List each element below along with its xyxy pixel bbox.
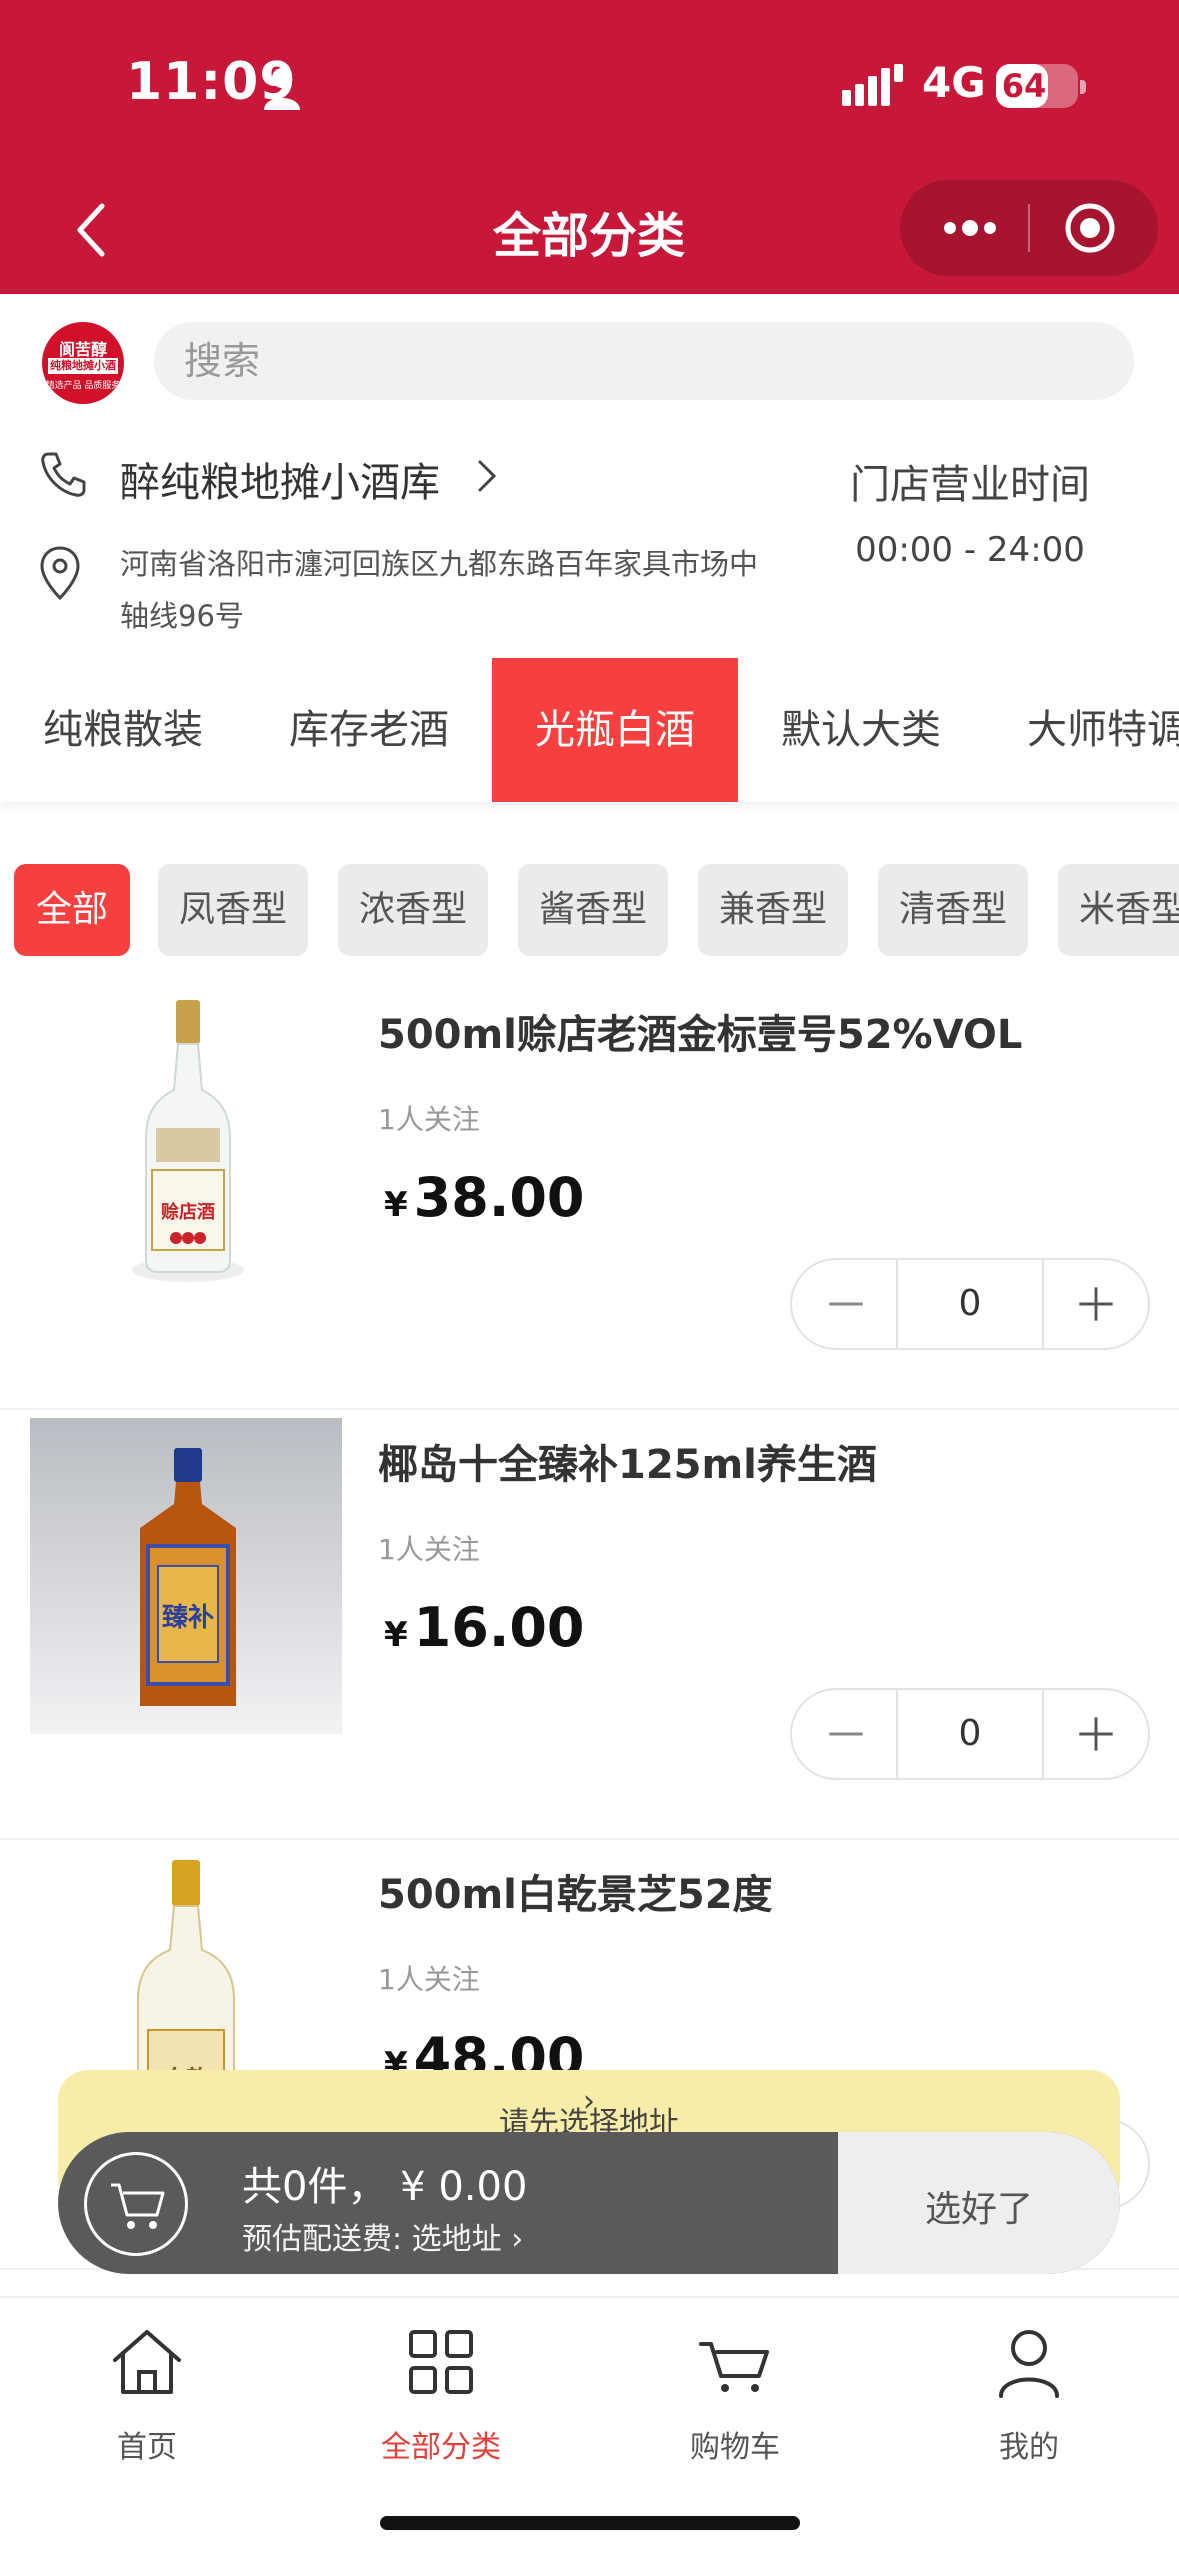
currency-symbol: ¥ (384, 1185, 408, 1225)
person-icon (999, 2330, 1059, 2398)
tabbar-label: 购物车 (690, 2430, 780, 2465)
product-followers: 1人关注 (378, 1533, 480, 1566)
logo-text-2: 纯粮地摊小酒馆 (48, 358, 118, 388)
logo-text-1: 阆苦醇 (58, 340, 107, 359)
close-target-icon[interactable] (1050, 194, 1140, 262)
chip-sub-category[interactable]: 全部 (14, 864, 130, 956)
more-dots-icon[interactable] (920, 198, 1016, 258)
cart-bar: 共0件， ¥ 0.00 预估配送费: 选地址 › 选好了 (58, 2132, 1120, 2274)
sub-category-chips: 全部 凤香型 浓香型 酱香型 兼香型 清香型 米香型 (0, 864, 1179, 956)
tab-category[interactable]: 默认大类 (738, 658, 984, 802)
store-logo: 阆苦醇 纯粮地摊小酒馆 精选产品 品质服务 (42, 322, 124, 404)
address-tip-text: 请先选择地址 › (499, 2084, 679, 2141)
logo-text-3: 精选产品 品质服务 (45, 381, 121, 391)
tab-category[interactable]: 库存老酒 (246, 658, 492, 802)
svg-text:赊店酒: 赊店酒 (161, 1201, 215, 1223)
minus-icon[interactable] (792, 1260, 898, 1348)
product-item[interactable]: 臻补 椰岛十全臻补125ml养生酒 1人关注 ¥16.00 0 (0, 1410, 1179, 1840)
minus-icon[interactable] (792, 1690, 898, 1778)
phone-icon[interactable] (38, 448, 88, 500)
mini-program-capsule (900, 180, 1158, 276)
chip-sub-category[interactable]: 酱香型 (518, 864, 668, 956)
tabbar-label: 全部分类 (381, 2430, 501, 2465)
plus-icon[interactable] (1042, 1690, 1148, 1778)
chip-sub-category[interactable]: 浓香型 (338, 864, 488, 956)
product-image[interactable]: 臻补 (30, 1418, 342, 1734)
product-image[interactable]: 赊店酒 (30, 980, 342, 1296)
price-value: 16.00 (413, 1596, 585, 1659)
search-input[interactable] (184, 334, 1084, 388)
store-name[interactable]: 醉纯粮地摊小酒库 (120, 450, 440, 508)
checkout-button[interactable]: 选好了 (838, 2132, 1120, 2274)
quantity-stepper: 0 (790, 1258, 1150, 1350)
cart-icon (699, 2342, 769, 2392)
tab-category[interactable]: 光瓶白酒 (492, 658, 738, 802)
tabbar-label: 我的 (999, 2430, 1059, 2465)
cart-icon (111, 2183, 165, 2229)
cart-summary: 共0件， ¥ 0.00 (242, 2164, 528, 2210)
tabbar-item-home[interactable]: 首页 (0, 2298, 294, 2478)
tabbar-label: 首页 (117, 2430, 177, 2465)
chip-sub-category[interactable]: 米香型 (1058, 864, 1179, 956)
back-icon[interactable] (60, 190, 130, 270)
tab-category[interactable]: 大师特调 (984, 658, 1179, 802)
price-value: 38.00 (413, 1166, 585, 1229)
location-pin-icon (40, 546, 80, 601)
product-name[interactable]: 椰岛十全臻补125ml养生酒 (378, 1432, 877, 1490)
product-followers: 1人关注 (378, 1103, 480, 1136)
chevron-right-icon[interactable] (472, 456, 500, 496)
battery-level: 64 (1001, 67, 1047, 105)
product-price: ¥16.00 (384, 1596, 584, 1659)
chip-sub-category[interactable]: 兼香型 (698, 864, 848, 956)
business-hours-value: 00:00 - 24:00 (855, 530, 1085, 570)
network-label: 4G (922, 58, 986, 107)
category-tabs: 纯粮散装 库存老酒 光瓶白酒 默认大类 大师特调 (0, 658, 1179, 802)
tabbar-item-cart[interactable]: 购物车 (588, 2298, 882, 2478)
checkout-label: 选好了 (924, 2189, 1033, 2230)
chip-sub-category[interactable]: 凤香型 (158, 864, 308, 956)
liquor-bottle-image: 赊店酒 (30, 980, 342, 1296)
product-name[interactable]: 500ml白乾景芝52度 (378, 1862, 773, 1920)
chip-sub-category[interactable]: 清香型 (878, 864, 1028, 956)
product-price: ¥38.00 (384, 1166, 584, 1229)
plus-icon[interactable] (1042, 1260, 1148, 1348)
quantity-value[interactable]: 0 (900, 1260, 1040, 1348)
tabbar-item-categories[interactable]: 全部分类 (294, 2298, 588, 2478)
battery-icon: 64 (996, 64, 1086, 108)
quantity-value[interactable]: 0 (900, 1690, 1040, 1778)
product-name[interactable]: 500ml赊店老酒金标壹号52%VOL (378, 1002, 1022, 1060)
home-indicator[interactable] (380, 2516, 800, 2530)
business-hours-label: 门店营业时间 (850, 462, 1090, 508)
quantity-stepper: 0 (790, 1688, 1150, 1780)
tabbar-item-profile[interactable]: 我的 (882, 2298, 1176, 2478)
person-status-icon (264, 68, 300, 110)
search-bar[interactable] (154, 322, 1134, 400)
page-title: 全部分类 (492, 208, 685, 264)
delivery-fee[interactable]: 预估配送费: 选地址 › (242, 2214, 523, 2258)
product-followers: 1人关注 (378, 1963, 480, 1996)
grid-icon (409, 2330, 473, 2394)
signal-icon (842, 64, 903, 106)
tab-category[interactable]: 纯粮散装 (0, 658, 246, 802)
tonic-wine-bottle-image: 臻补 (30, 1418, 342, 1734)
top-bar: 11:09 4G 64 全部分类 (0, 0, 1179, 294)
cart-button[interactable] (84, 2152, 188, 2256)
product-item[interactable]: 赊店酒 500ml赊店老酒金标壹号52%VOL 1人关注 ¥38.00 0 (0, 980, 1179, 1410)
currency-symbol: ¥ (384, 1615, 408, 1655)
svg-text:臻补: 臻补 (162, 1603, 214, 1633)
home-icon (113, 2330, 181, 2394)
store-address: 河南省洛阳市瀍河回族区九都东路百年家具市场中轴线96号 (120, 547, 759, 633)
